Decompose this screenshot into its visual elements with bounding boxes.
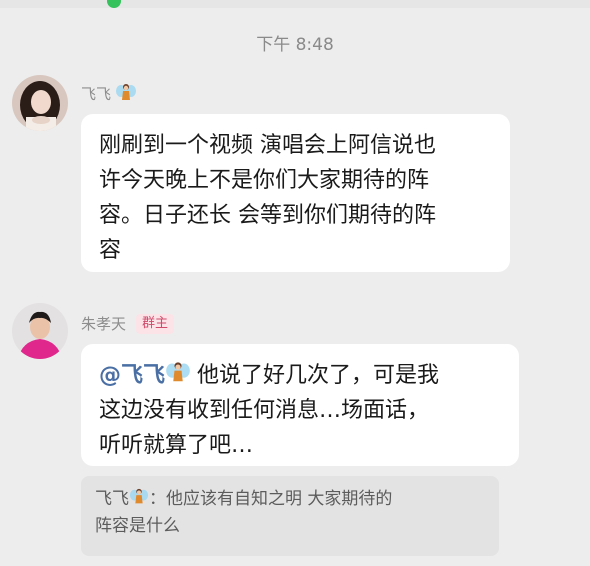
sender-label: 朱孝天 群主	[81, 313, 175, 334]
quote-text: 他应该有自知之明 大家期待的	[166, 489, 393, 509]
sender-name: 朱孝天	[81, 315, 127, 333]
message-line: 这边没有收到任何消息…场面话，	[99, 398, 430, 423]
message-line: 许今天晚上不是你们大家期待的阵	[99, 168, 430, 193]
sender-name: 飞飞	[81, 84, 112, 103]
message-line: 刚刷到一个视频 演唱会上阿信说也	[99, 133, 436, 158]
quoted-message[interactable]: 飞飞 ：他应该有自知之明 大家期待的 阵容是什么	[81, 476, 499, 556]
message-bubble[interactable]: @飞飞 他说了好几次了，可是我 这边没有收到任何消息…场面话， 听听就算了吧…	[81, 344, 519, 466]
message-line: 容	[99, 238, 122, 263]
mention-link[interactable]: @飞飞	[99, 363, 165, 388]
message-text: 他说了好几次了，可是我	[197, 363, 440, 388]
sender-label: 飞飞	[81, 82, 137, 104]
quote-line: 飞飞 ：他应该有自知之明 大家期待的	[95, 486, 485, 513]
time-divider: 下午 8:48	[256, 35, 334, 55]
bottom-edge	[0, 556, 590, 566]
fairy-icon	[115, 82, 137, 104]
group-owner-badge: 群主	[136, 313, 175, 334]
message-bubble[interactable]: 刚刷到一个视频 演唱会上阿信说也 许今天晚上不是你们大家期待的阵 容。日子还长 …	[81, 114, 510, 272]
quote-author: 飞飞	[95, 489, 129, 509]
message-line: 听听就算了吧…	[99, 433, 254, 458]
message-line: 容。日子还长 会等到你们期待的阵	[99, 203, 436, 228]
fairy-icon	[165, 360, 191, 386]
quote-separator: ：	[149, 489, 166, 509]
avatar[interactable]	[12, 75, 68, 131]
avatar[interactable]	[12, 303, 68, 359]
top-edge	[0, 0, 590, 8]
status-dot	[107, 0, 121, 8]
message-line: @飞飞 他说了好几次了，可是我	[99, 358, 503, 393]
fairy-icon	[129, 487, 149, 507]
quote-line: 阵容是什么	[95, 516, 180, 536]
